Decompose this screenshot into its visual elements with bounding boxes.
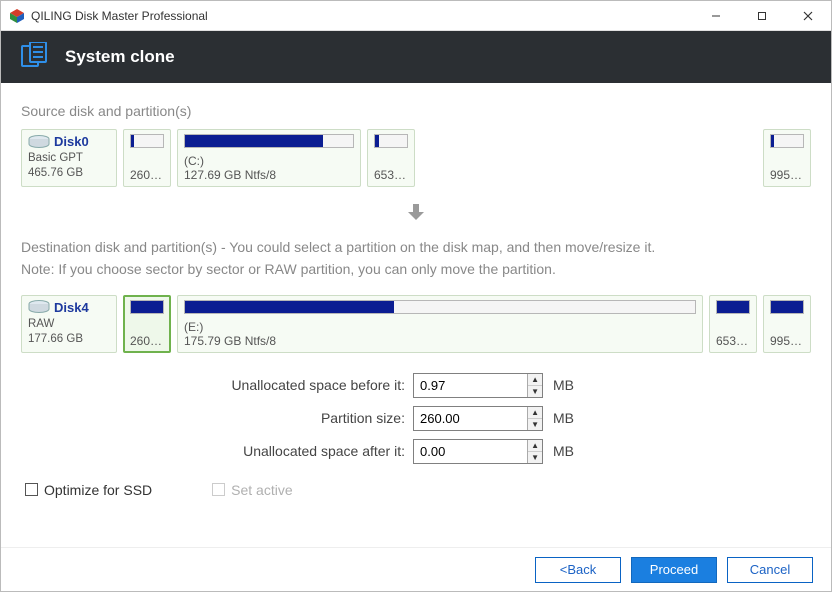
partition-usage-bar xyxy=(130,134,164,148)
note-line-1: Destination disk and partition(s) - You … xyxy=(21,236,811,258)
minimize-button[interactable] xyxy=(693,1,739,31)
source-disk-row: Disk0 Basic GPT 465.76 GB 260… (C:) 127.… xyxy=(21,129,811,187)
window-title: QILING Disk Master Professional xyxy=(31,9,693,23)
clone-icon xyxy=(21,42,49,73)
disk-name: Disk0 xyxy=(54,134,89,149)
disk-type: RAW xyxy=(28,317,110,332)
window-controls xyxy=(693,1,831,31)
disk-size: 177.66 GB xyxy=(28,332,110,347)
partition-usage-bar xyxy=(770,300,804,314)
source-disk-info[interactable]: Disk0 Basic GPT 465.76 GB xyxy=(21,129,117,187)
cancel-button[interactable]: Cancel xyxy=(727,557,813,583)
space-after-input-wrap: ▲▼ xyxy=(413,439,543,464)
space-before-input-wrap: ▲▼ xyxy=(413,373,543,398)
harddisk-icon xyxy=(28,300,50,314)
close-button[interactable] xyxy=(785,1,831,31)
partition-letter: (E:) xyxy=(184,320,696,334)
unit-label: MB xyxy=(553,443,574,459)
partition-label: 653… xyxy=(374,168,408,182)
partition-size-form: Unallocated space before it: ▲▼ MB Parti… xyxy=(21,373,811,464)
partition-label: 175.79 GB Ntfs/8 xyxy=(184,334,696,348)
partition-label: 260… xyxy=(130,334,164,348)
disk-name: Disk4 xyxy=(54,300,89,315)
source-label: Source disk and partition(s) xyxy=(21,103,811,119)
partition-usage-bar xyxy=(716,300,750,314)
partition-usage-bar xyxy=(130,300,164,314)
options-row: Optimize for SSD Set active xyxy=(21,482,811,498)
set-active-label: Set active xyxy=(231,482,292,498)
note-line-2: Note: If you choose sector by sector or … xyxy=(21,258,811,280)
partition-usage-bar xyxy=(770,134,804,148)
destination-note: Destination disk and partition(s) - You … xyxy=(21,236,811,281)
destination-part-0[interactable]: 260… xyxy=(123,295,171,353)
spin-down-button[interactable]: ▼ xyxy=(528,452,542,463)
footer: <Back Proceed Cancel xyxy=(1,547,831,591)
destination-part-3[interactable]: 995… xyxy=(763,295,811,353)
destination-disk-info[interactable]: Disk4 RAW 177.66 GB xyxy=(21,295,117,353)
partition-label: 260… xyxy=(130,168,164,182)
source-part-2[interactable]: 653… xyxy=(367,129,415,187)
partition-usage-bar xyxy=(374,134,408,148)
space-before-label: Unallocated space before it: xyxy=(21,377,413,393)
spin-up-button[interactable]: ▲ xyxy=(528,407,542,419)
unit-label: MB xyxy=(553,377,574,393)
partition-size-input-wrap: ▲▼ xyxy=(413,406,543,431)
spin-up-button[interactable]: ▲ xyxy=(528,374,542,386)
unit-label: MB xyxy=(553,410,574,426)
back-button[interactable]: <Back xyxy=(535,557,621,583)
disk-type: Basic GPT xyxy=(28,151,110,166)
optimize-ssd-checkbox[interactable]: Optimize for SSD xyxy=(25,482,152,498)
spin-down-button[interactable]: ▼ xyxy=(528,419,542,430)
app-window: QILING Disk Master Professional System xyxy=(0,0,832,592)
optimize-ssd-label: Optimize for SSD xyxy=(44,482,152,498)
partition-size-input[interactable] xyxy=(414,407,527,430)
app-icon xyxy=(9,8,25,24)
page-title: System clone xyxy=(65,47,175,67)
destination-part-1[interactable]: (E:) 175.79 GB Ntfs/8 xyxy=(177,295,703,353)
source-part-1[interactable]: (C:) 127.69 GB Ntfs/8 xyxy=(177,129,361,187)
disk-size: 465.76 GB xyxy=(28,166,110,181)
spin-down-button[interactable]: ▼ xyxy=(528,386,542,397)
source-part-3[interactable]: 995… xyxy=(763,129,811,187)
spin-up-button[interactable]: ▲ xyxy=(528,440,542,452)
page-header: System clone xyxy=(1,31,831,83)
partition-size-label: Partition size: xyxy=(21,410,413,426)
checkbox-icon xyxy=(212,483,225,496)
content-area: Source disk and partition(s) Disk0 Basic… xyxy=(1,83,831,547)
titlebar: QILING Disk Master Professional xyxy=(1,1,831,31)
partition-usage-bar xyxy=(184,300,696,314)
set-active-checkbox: Set active xyxy=(212,482,292,498)
partition-usage-bar xyxy=(184,134,354,148)
destination-disk-row: Disk4 RAW 177.66 GB 260… (E:) 175.79 GB … xyxy=(21,295,811,353)
checkbox-icon xyxy=(25,483,38,496)
arrow-down-icon xyxy=(21,201,811,228)
partition-label: 127.69 GB Ntfs/8 xyxy=(184,168,354,182)
destination-part-2[interactable]: 653… xyxy=(709,295,757,353)
maximize-button[interactable] xyxy=(739,1,785,31)
harddisk-icon xyxy=(28,135,50,149)
source-part-0[interactable]: 260… xyxy=(123,129,171,187)
partition-label: 653… xyxy=(716,334,750,348)
partition-label: 995… xyxy=(770,334,804,348)
partition-label: 995… xyxy=(770,168,804,182)
space-before-input[interactable] xyxy=(414,374,527,397)
proceed-button[interactable]: Proceed xyxy=(631,557,717,583)
partition-letter: (C:) xyxy=(184,154,354,168)
space-after-input[interactable] xyxy=(414,440,527,463)
space-after-label: Unallocated space after it: xyxy=(21,443,413,459)
